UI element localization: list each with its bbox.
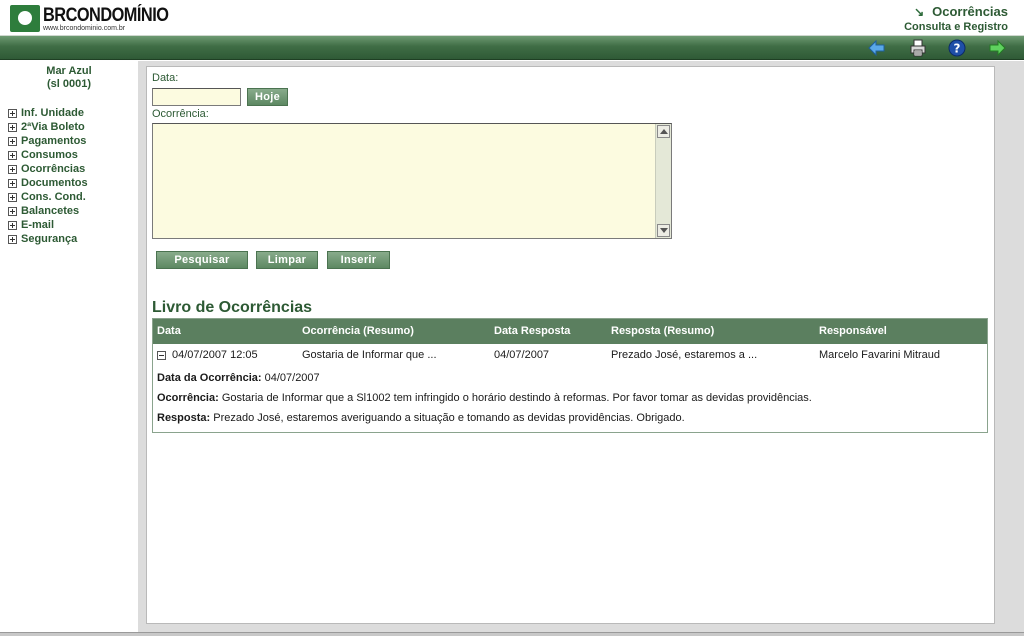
occurrence-log-table: Data Ocorrência (Resumo) Data Resposta R… xyxy=(152,318,988,433)
row-response-summary: Prezado José, estaremos a ... xyxy=(611,349,758,361)
row-date-cell: 04/07/2007 12:05 xyxy=(157,349,258,361)
table-row[interactable]: 04/07/2007 12:05 Gostaria de Informar qu… xyxy=(153,345,987,367)
printer-icon[interactable] xyxy=(909,39,927,57)
arrow-down-right-icon: ↘ xyxy=(914,5,925,19)
textarea-scrollbar[interactable] xyxy=(655,124,671,238)
occurrence-label: Ocorrência: xyxy=(152,108,209,120)
sidebar-item-consumos[interactable]: Consumos xyxy=(8,148,88,162)
sidebar-item-balancetes[interactable]: Balancetes xyxy=(8,204,88,218)
svg-text:?: ? xyxy=(954,42,961,56)
main-panel: Data: Hoje Ocorrência: Pesquisar Limpar … xyxy=(146,66,995,624)
expand-plus-icon[interactable] xyxy=(8,108,17,118)
sidebar-item-label: Documentos xyxy=(21,177,88,189)
date-input[interactable] xyxy=(152,88,241,106)
sidebar-item-label: Inf. Unidade xyxy=(21,107,84,119)
row-date: 04/07/2007 12:05 xyxy=(172,349,258,361)
sidebar-item-label: Pagamentos xyxy=(21,135,87,147)
page-subtitle: Consulta e Registro xyxy=(904,21,1008,33)
brand-url: www.brcondominio.com.br xyxy=(43,25,126,32)
window-bottom-edge xyxy=(0,632,1024,636)
sidebar-item-label: 2ªVia Boleto xyxy=(21,121,85,133)
sidebar-item-email[interactable]: E-mail xyxy=(8,218,88,232)
detail-date-value: 04/07/2007 xyxy=(264,372,320,384)
brand-name: BRCONDOMÍNIO xyxy=(43,5,169,26)
app-header: BRCONDOMÍNIO www.brcondominio.com.br ↘ Oc… xyxy=(0,0,1024,36)
expand-plus-icon[interactable] xyxy=(8,136,17,146)
scroll-down-icon[interactable] xyxy=(657,224,670,237)
column-header-summary[interactable]: Ocorrência (Resumo) xyxy=(302,325,414,337)
row-responsible: Marcelo Favarini Mitraud xyxy=(819,349,941,361)
expand-plus-icon[interactable] xyxy=(8,234,17,244)
logo-mark-icon xyxy=(10,5,40,32)
today-button[interactable]: Hoje xyxy=(247,88,288,106)
scroll-up-icon[interactable] xyxy=(657,125,670,138)
column-header-responsible[interactable]: Responsável xyxy=(819,325,887,337)
sidebar-item-label: E-mail xyxy=(21,219,55,231)
expand-plus-icon[interactable] xyxy=(8,220,17,230)
sidebar-item-label: Consumos xyxy=(21,149,78,161)
sidebar-item-label: Balancetes xyxy=(21,205,80,217)
row-summary: Gostaria de Informar que ... xyxy=(302,349,437,361)
detail-response-label: Resposta: xyxy=(157,412,211,424)
help-icon[interactable]: ? xyxy=(948,39,966,57)
occurrence-textarea[interactable] xyxy=(152,123,672,239)
detail-occurrence: Ocorrência: Gostaria de Informar que a S… xyxy=(157,392,812,404)
insert-button[interactable]: Inserir xyxy=(327,251,390,269)
detail-response-value: Prezado José, estaremos averiguando a si… xyxy=(213,412,685,424)
detail-date-label: Data da Ocorrência: xyxy=(157,372,262,384)
detail-response: Resposta: Prezado José, estaremos averig… xyxy=(157,412,685,424)
toolbar: ? xyxy=(0,36,1024,60)
sidebar-item-inf-unidade[interactable]: Inf. Unidade xyxy=(8,106,88,120)
sidebar-item-label: Segurança xyxy=(21,233,78,245)
log-title: Livro de Ocorrências xyxy=(152,299,313,316)
unit-name: Mar Azul xyxy=(46,65,92,77)
column-header-response-summary[interactable]: Resposta (Resumo) xyxy=(611,325,714,337)
sidebar-menu: Inf. Unidade 2ªVia Boleto Pagamentos Con… xyxy=(8,106,88,246)
unit-code: (sl 0001) xyxy=(46,78,92,90)
back-arrow-icon[interactable] xyxy=(868,39,886,57)
detail-date: Data da Ocorrência: 04/07/2007 xyxy=(157,372,320,384)
sidebar-item-label: Cons. Cond. xyxy=(21,191,86,203)
expand-plus-icon[interactable] xyxy=(8,206,17,216)
detail-occurrence-label: Ocorrência: xyxy=(157,392,219,404)
sidebar-item-ocorrencias[interactable]: Ocorrências xyxy=(8,162,88,176)
expand-plus-icon[interactable] xyxy=(8,164,17,174)
brand-logo[interactable]: BRCONDOMÍNIO www.brcondominio.com.br xyxy=(10,5,169,32)
search-button[interactable]: Pesquisar xyxy=(156,251,248,269)
column-header-response-date[interactable]: Data Resposta xyxy=(494,325,570,337)
expand-plus-icon[interactable] xyxy=(8,192,17,202)
page-heading: ↘ Ocorrências Consulta e Registro xyxy=(904,4,1008,34)
sidebar: Mar Azul (sl 0001) Inf. Unidade 2ªVia Bo… xyxy=(0,61,138,636)
expand-plus-icon[interactable] xyxy=(8,150,17,160)
collapse-minus-icon[interactable] xyxy=(157,350,166,360)
expand-plus-icon[interactable] xyxy=(8,178,17,188)
table-header: Data Ocorrência (Resumo) Data Resposta R… xyxy=(153,319,987,344)
sidebar-item-2via-boleto[interactable]: 2ªVia Boleto xyxy=(8,120,88,134)
detail-occurrence-value: Gostaria de Informar que a Sl1002 tem in… xyxy=(221,392,812,404)
sidebar-item-seguranca[interactable]: Segurança xyxy=(8,232,88,246)
column-header-date[interactable]: Data xyxy=(157,325,181,337)
forward-arrow-icon[interactable] xyxy=(988,39,1006,57)
sidebar-item-label: Ocorrências xyxy=(21,163,86,175)
expand-plus-icon[interactable] xyxy=(8,122,17,132)
sidebar-item-cons-cond[interactable]: Cons. Cond. xyxy=(8,190,88,204)
row-response-date: 04/07/2007 xyxy=(494,349,550,361)
sidebar-item-documentos[interactable]: Documentos xyxy=(8,176,88,190)
sidebar-item-pagamentos[interactable]: Pagamentos xyxy=(8,134,88,148)
clear-button[interactable]: Limpar xyxy=(256,251,318,269)
date-label: Data: xyxy=(152,72,179,84)
page-title: Ocorrências xyxy=(932,4,1008,19)
